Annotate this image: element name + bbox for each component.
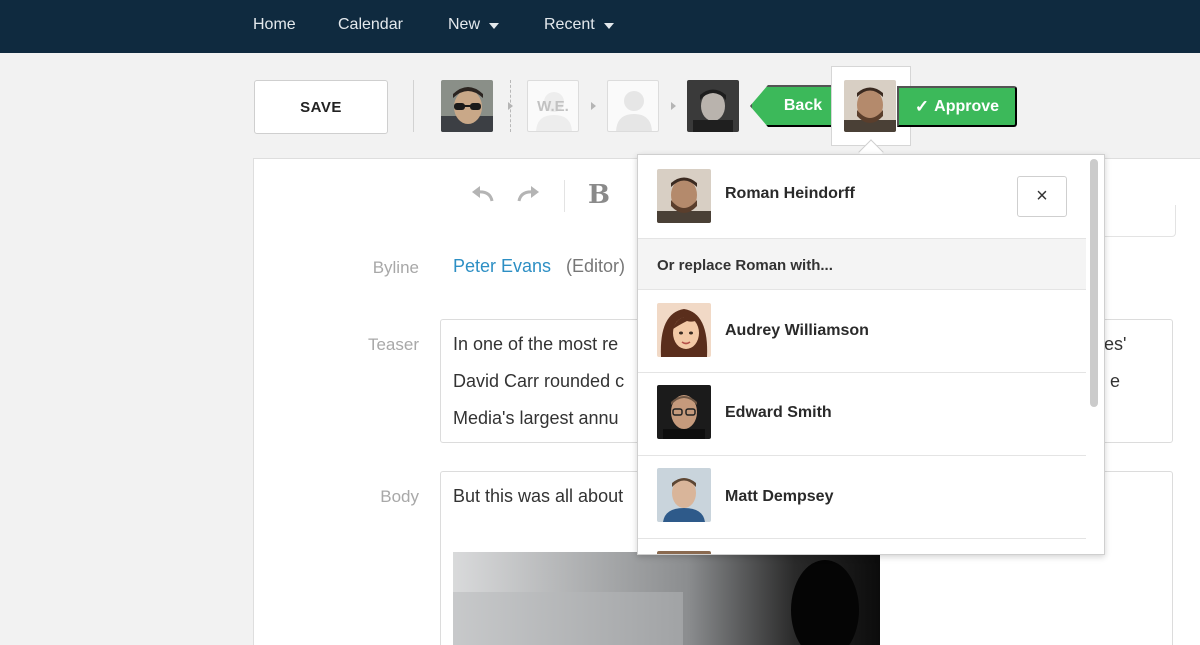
byline-label: Byline <box>372 258 419 277</box>
avatar-photo-icon <box>657 468 711 522</box>
nav-calendar-label: Calendar <box>338 16 403 33</box>
assignee-option-name: Edward Smith <box>725 404 832 421</box>
undo-icon[interactable] <box>470 185 496 203</box>
dropdown-scrollbar-thumb[interactable] <box>1090 159 1098 407</box>
chevron-right-icon <box>671 102 676 110</box>
save-button[interactable]: SAVE <box>254 80 388 134</box>
bold-icon[interactable]: B <box>588 180 610 210</box>
close-dropdown-button[interactable]: × <box>1017 176 1067 217</box>
nav-home[interactable]: Home <box>253 16 296 34</box>
image-photo-icon <box>453 552 880 645</box>
assignee-option[interactable]: Audrey Williamson <box>638 291 1086 372</box>
avatar <box>657 303 711 357</box>
body-line: But this was all about <box>453 486 624 506</box>
avatar-photo-icon <box>687 80 739 132</box>
avatar <box>657 169 711 223</box>
workflow-avatar-reviewer[interactable] <box>687 80 739 132</box>
approve-label: Approve <box>934 97 1000 115</box>
workflow-avatar-current[interactable] <box>844 80 896 132</box>
nav-recent[interactable]: Recent <box>544 16 614 34</box>
approve-button[interactable]: ✓ Approve <box>897 86 1017 127</box>
nav-new[interactable]: New <box>448 16 500 34</box>
avatar-photo-icon <box>657 169 711 223</box>
checkmark-icon: ✓ <box>914 96 930 116</box>
chevron-down-icon <box>489 22 500 29</box>
assignee-option-name: Audrey Williamson <box>725 322 869 339</box>
teaser-label: Teaser <box>367 335 419 354</box>
toolbar-divider <box>564 180 565 212</box>
chevron-right-icon <box>508 102 513 110</box>
avatar-photo-icon <box>844 80 896 132</box>
avatar <box>657 385 711 439</box>
chevron-right-icon <box>591 102 596 110</box>
assignee-dropdown: Roman Heindorff × Or replace Roman with.… <box>637 154 1105 555</box>
avatar-photo-icon <box>441 80 493 132</box>
replace-prompt: Or replace Roman with... <box>657 257 833 274</box>
workflow-avatar-initials[interactable]: W.E. <box>527 80 579 132</box>
nav-home-label: Home <box>253 16 296 33</box>
avatar-photo-icon <box>657 385 711 439</box>
teaser-line: David Carr rounded c <box>453 371 625 391</box>
current-assignee-name: Roman Heindorff <box>725 185 855 202</box>
toolbar-divider <box>413 80 414 132</box>
chevron-down-icon <box>603 22 614 29</box>
workflow-avatar-author[interactable] <box>441 80 493 132</box>
back-button[interactable]: Back <box>750 85 842 127</box>
option-divider <box>638 538 1086 539</box>
assignee-option[interactable]: Edward Smith <box>638 373 1086 455</box>
byline-role: (Editor) <box>566 256 626 276</box>
assignee-option[interactable]: Matt Dempsey <box>638 456 1086 538</box>
teaser-line: In one of the most re <box>453 334 619 354</box>
close-icon: × <box>1036 185 1048 207</box>
avatar <box>657 468 711 522</box>
teaser-line-fragment: e <box>1110 371 1121 391</box>
teaser-line-fragment: es' <box>1104 334 1127 354</box>
body-image <box>453 552 880 645</box>
body-label: Body <box>380 487 419 506</box>
byline-author-link[interactable]: Peter Evans <box>453 256 551 277</box>
top-nav: Home Calendar New Recent <box>0 0 1200 53</box>
avatar-illustration-icon <box>657 303 711 357</box>
assignee-option-name: Matt Dempsey <box>725 488 834 505</box>
teaser-line: Media's largest annu <box>453 408 619 428</box>
nav-new-label: New <box>448 16 481 33</box>
workflow-avatar-empty[interactable] <box>607 80 659 132</box>
nav-recent-label: Recent <box>544 16 595 33</box>
avatar <box>657 551 711 554</box>
redo-icon[interactable] <box>515 185 541 203</box>
user-silhouette-icon <box>616 91 652 131</box>
nav-calendar[interactable]: Calendar <box>338 16 403 34</box>
initials-label: W.E. <box>537 98 569 115</box>
replace-prompt-bar: Or replace Roman with... <box>638 238 1086 290</box>
